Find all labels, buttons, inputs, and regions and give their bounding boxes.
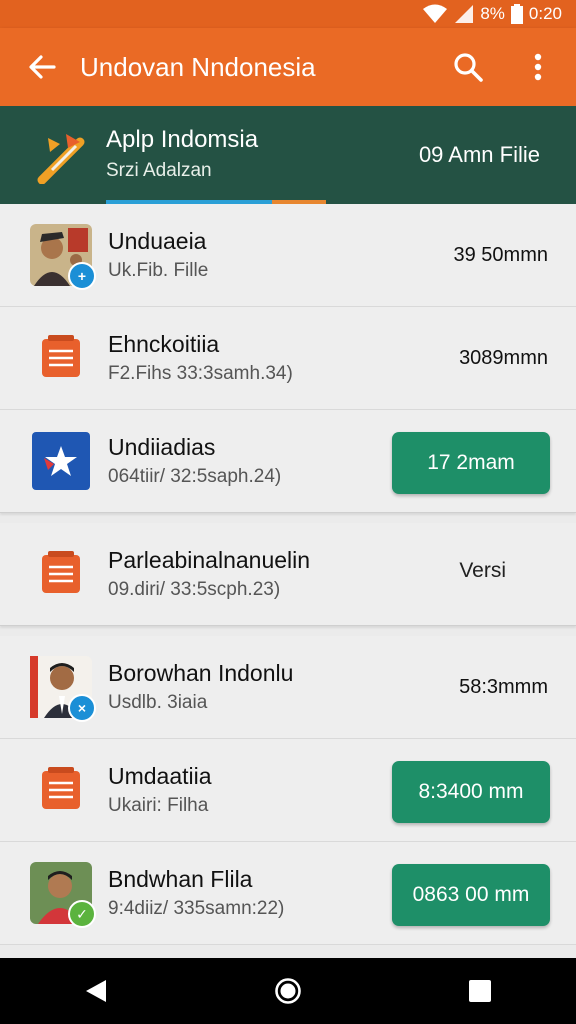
item-name: Undiiadias: [108, 434, 216, 460]
nav-back-icon[interactable]: [66, 961, 126, 1021]
nav-recents-icon[interactable]: [450, 961, 510, 1021]
search-icon[interactable]: [448, 47, 488, 87]
signal-icon: [454, 4, 474, 24]
list-item[interactable]: ✓ Bndwhan Flila 9:4diiz/ 335samn:22) 086…: [0, 842, 576, 945]
list-item[interactable]: Undiiadias 064tiir/ 32:5saph.24) 17 2mam: [0, 410, 576, 513]
battery-icon: [510, 4, 523, 24]
battery-percent: 8%: [480, 4, 505, 23]
system-nav-bar: [0, 958, 576, 1024]
list-item[interactable]: Parleabinalnanuelin 09.diri/ 33:5scph.23…: [0, 523, 576, 626]
back-arrow-icon[interactable]: [26, 51, 58, 83]
item-name: Umdaatiia: [108, 763, 212, 789]
person-photo-icon: +: [30, 224, 96, 290]
item-name: Ehnckoitiia: [108, 331, 220, 357]
item-meta: 09.diri/ 33:5scph.23): [108, 579, 281, 600]
item-size: 3089mmn: [459, 347, 548, 369]
list-item[interactable]: Ehnckoitiia F2.Fihs 33:3samh.34) 3089mmn: [0, 307, 576, 410]
document-icon: [30, 327, 92, 389]
item-action-button[interactable]: 17 2mam: [392, 432, 550, 494]
item-name: Borowhan Indonlu: [108, 660, 294, 686]
item-action-button[interactable]: 8:3400 mm: [392, 761, 550, 823]
nav-home-icon[interactable]: [258, 961, 318, 1021]
item-name: Bndwhan Flila: [108, 866, 253, 892]
item-meta: F2.Fihs 33:3samh.34): [108, 363, 293, 384]
more-vert-icon[interactable]: [518, 47, 558, 87]
person-photo-icon: ×: [30, 656, 96, 722]
list-item[interactable]: Umdaatiia Ukairi: Filha 8:3400 mm: [0, 739, 576, 842]
status-bar: 8% 0:20: [0, 0, 576, 28]
item-size: 39 50mmn: [453, 244, 549, 266]
item-name: Unduaeia: [108, 228, 207, 254]
app-header-right-text: 09 Amn Filie: [418, 142, 540, 167]
app-header: Aplp Indomsia Srzi Adalzan 09 Amn Filie: [0, 106, 576, 204]
list-item[interactable]: × Borowhan Indonlu Usdlb. 3iaia 58:3mmm: [0, 636, 576, 739]
app-logo-icon: [36, 130, 88, 189]
app-bar: Undovan Nndonesia: [0, 28, 576, 106]
item-meta: Usdlb. 3iaia: [108, 692, 208, 713]
wifi-icon: [422, 4, 448, 24]
file-list: + Unduaeia Uk.Fib. Fille 39 50mmn Ehncko…: [0, 204, 576, 945]
item-meta: 9:4diiz/ 335samn:22): [108, 898, 285, 919]
app-bar-title: Undovan Nndonesia: [80, 51, 316, 82]
document-icon: [30, 759, 92, 821]
app-header-title: Aplp Indomsia: [106, 126, 259, 153]
item-name: Parleabinalnanuelin: [108, 547, 311, 573]
item-version-label: Versi: [459, 559, 506, 582]
share-badge-icon: +: [68, 262, 96, 290]
item-meta: 064tiir/ 32:5saph.24): [108, 466, 282, 487]
app-header-subtitle: Srzi Adalzan: [106, 160, 212, 181]
check-badge-icon: ✓: [68, 900, 96, 928]
item-meta: Ukairi: Filha: [108, 795, 209, 816]
item-action-button[interactable]: 0863 00 mm: [392, 864, 550, 926]
list-item[interactable]: + Unduaeia Uk.Fib. Fille 39 50mmn: [0, 204, 576, 307]
item-size: 58:3mmm: [459, 676, 548, 698]
clock: 0:20: [528, 4, 562, 23]
document-icon: [30, 543, 92, 605]
item-meta: Uk.Fib. Fille: [108, 260, 209, 281]
share-badge-icon: ×: [68, 694, 96, 722]
person-photo-icon: ✓: [30, 862, 96, 928]
app-star-icon: [30, 430, 92, 492]
